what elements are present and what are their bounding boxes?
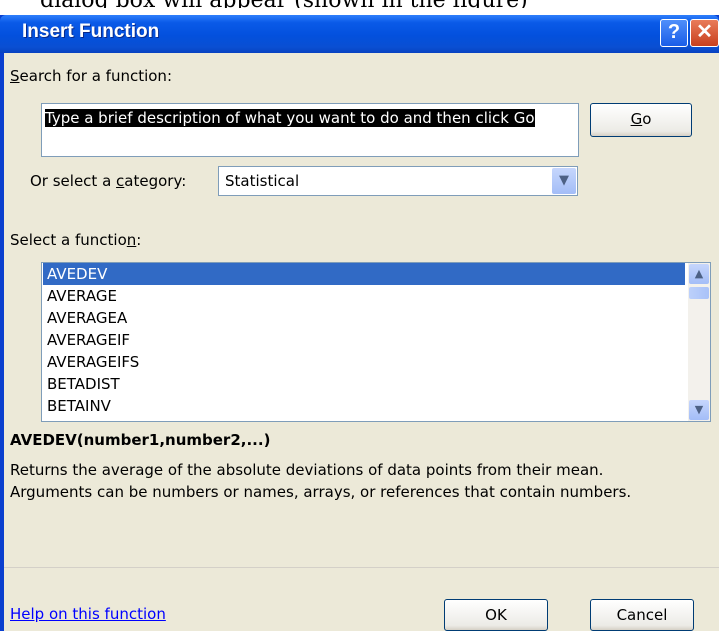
list-item[interactable]: BETAINV [43, 395, 685, 417]
function-list-label: Select a function: [10, 231, 142, 249]
list-item[interactable]: BETADIST [43, 373, 685, 395]
search-input-text: Type a brief description of what you wan… [45, 109, 535, 127]
list-item[interactable]: AVERAGEIF [43, 329, 685, 351]
close-icon: ✕ [696, 21, 713, 43]
go-button[interactable]: Go [590, 103, 692, 137]
dialog-body: Search for a function: Type a brief desc… [4, 53, 719, 631]
divider [4, 567, 719, 568]
scroll-down-icon[interactable]: ▼ [689, 400, 709, 420]
list-item[interactable]: AVERAGE [43, 285, 685, 307]
scroll-up-icon[interactable]: ▲ [689, 264, 709, 284]
cancel-button[interactable]: Cancel [590, 599, 694, 631]
question-mark-icon: ? [667, 21, 681, 43]
category-select[interactable]: Statistical ▼ [218, 166, 578, 196]
search-label: Search for a function: [10, 67, 172, 85]
function-description: Returns the average of the absolute devi… [10, 461, 632, 501]
insert-function-dialog: Insert Function ? ✕ Search for a functio… [0, 15, 719, 631]
help-button[interactable]: ? [660, 19, 688, 47]
list-item[interactable]: AVERAGEIFS [43, 351, 685, 373]
ok-button[interactable]: OK [444, 599, 548, 631]
scroll-thumb[interactable] [689, 287, 709, 299]
search-input[interactable]: Type a brief description of what you wan… [41, 103, 579, 157]
help-on-function-link[interactable]: Help on this function [10, 605, 166, 623]
category-label: Or select a category: [30, 172, 187, 190]
list-item[interactable]: AVERAGEA [43, 307, 685, 329]
function-signature: AVEDEV(number1,number2,...) [10, 431, 271, 449]
dialog-title: Insert Function [22, 21, 160, 42]
category-value: Statistical [225, 172, 300, 190]
title-bar[interactable]: Insert Function ? ✕ [0, 15, 719, 53]
list-scrollbar[interactable]: ▲ ▼ [688, 263, 710, 421]
function-listbox[interactable]: AVEDEV AVERAGE AVERAGEA AVERAGEIF AVERAG… [41, 262, 711, 422]
chevron-down-icon[interactable]: ▼ [552, 168, 576, 194]
page-caption-crop: dialog box will appear (shown in the fig… [40, 0, 528, 8]
close-button[interactable]: ✕ [690, 19, 719, 47]
list-item[interactable]: AVEDEV [43, 263, 685, 285]
